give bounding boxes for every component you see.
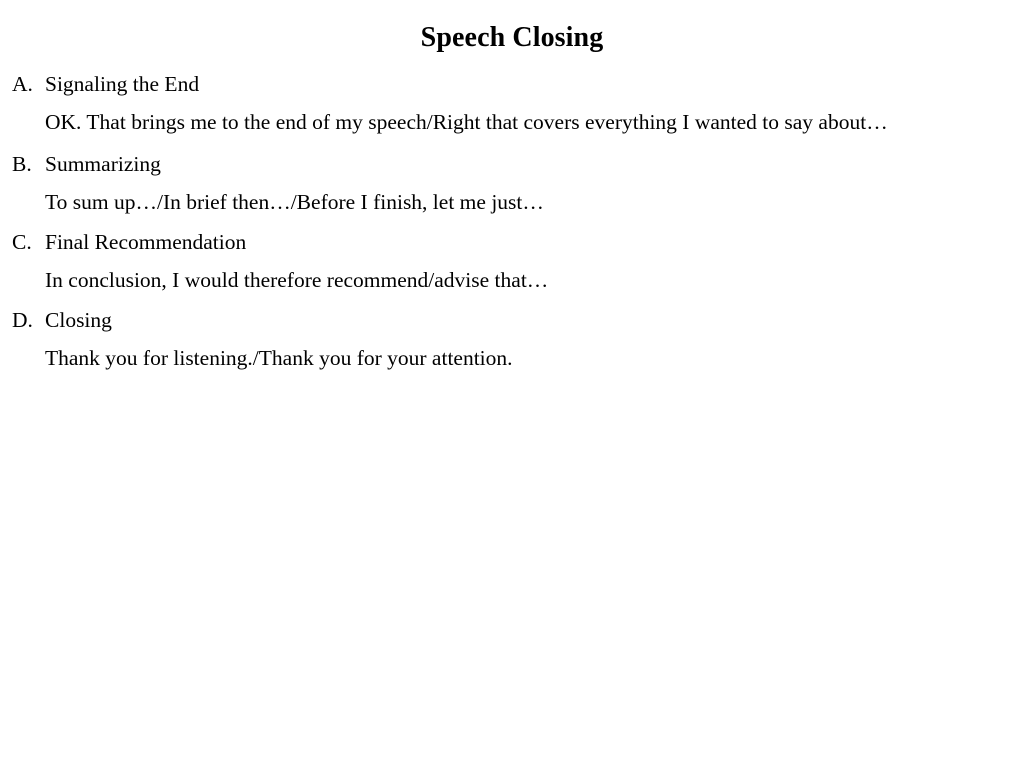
outline-entry-body: To sum up…/In brief then…/Before I finis… bbox=[45, 190, 544, 214]
list-item: A. Signaling the End OK. That brings me … bbox=[12, 64, 1007, 140]
outline-entry-label: Signaling the End bbox=[45, 72, 200, 96]
outline-entry-label: Closing bbox=[45, 308, 112, 332]
outline-entry-heading: B. Summarizing bbox=[12, 144, 1007, 184]
outline-entry-body: Thank you for listening./Thank you for y… bbox=[45, 346, 513, 370]
outline-entry-label: Final Recommendation bbox=[45, 230, 247, 254]
outline-entry-marker: C. bbox=[12, 230, 32, 254]
list-item: C. Final Recommendation In conclusion, I… bbox=[12, 222, 1007, 298]
outline-entry-marker: D. bbox=[12, 308, 33, 332]
outline-entry-heading: D. Closing bbox=[12, 300, 1007, 340]
slide: Speech Closing A. Signaling the End OK. … bbox=[0, 0, 1024, 768]
outline-entry-marker: B. bbox=[12, 152, 32, 176]
outline-entry-body: OK. That brings me to the end of my spee… bbox=[45, 110, 888, 134]
outline-list: A. Signaling the End OK. That brings me … bbox=[12, 64, 1007, 376]
outline-entry-label: Summarizing bbox=[45, 152, 161, 176]
outline-entry-body: In conclusion, I would therefore recomme… bbox=[45, 268, 549, 292]
outline-entry-marker: A. bbox=[12, 72, 33, 96]
list-item: D. Closing Thank you for listening./Than… bbox=[12, 300, 1007, 376]
list-item: B. Summarizing To sum up…/In brief then…… bbox=[12, 144, 1007, 220]
outline-entry-heading: A. Signaling the End bbox=[12, 64, 1007, 104]
outline-entry-heading: C. Final Recommendation bbox=[12, 222, 1007, 262]
page-title: Speech Closing bbox=[420, 22, 604, 53]
